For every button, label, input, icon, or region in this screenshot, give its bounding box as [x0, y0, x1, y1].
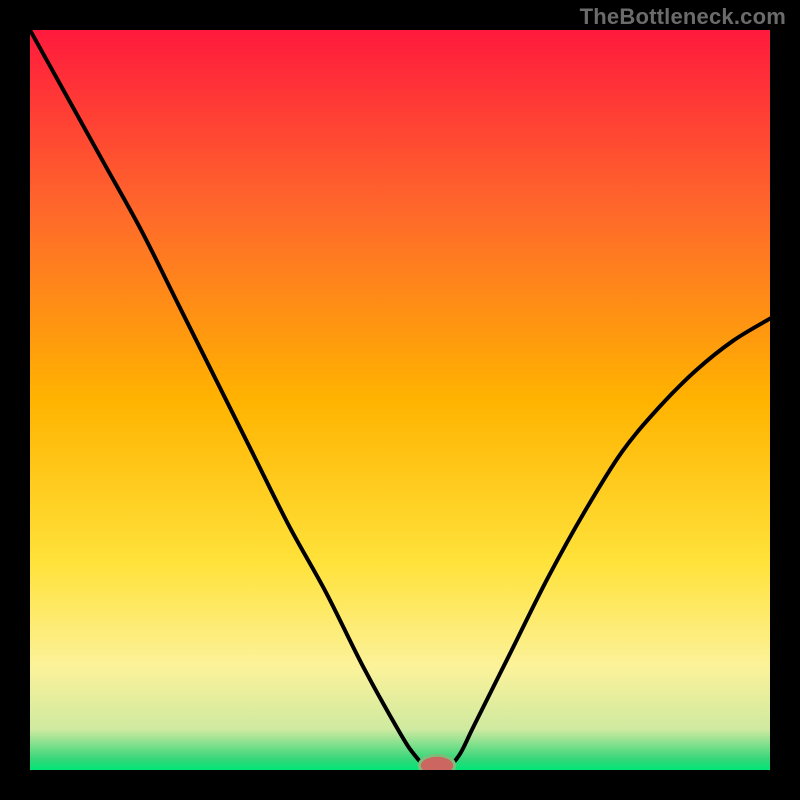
watermark-text: TheBottleneck.com: [580, 4, 786, 30]
plot-area: [30, 30, 770, 770]
bottleneck-chart: [30, 30, 770, 770]
chart-frame: TheBottleneck.com: [0, 0, 800, 800]
optimal-marker: [419, 755, 455, 770]
gradient-background: [30, 30, 770, 770]
